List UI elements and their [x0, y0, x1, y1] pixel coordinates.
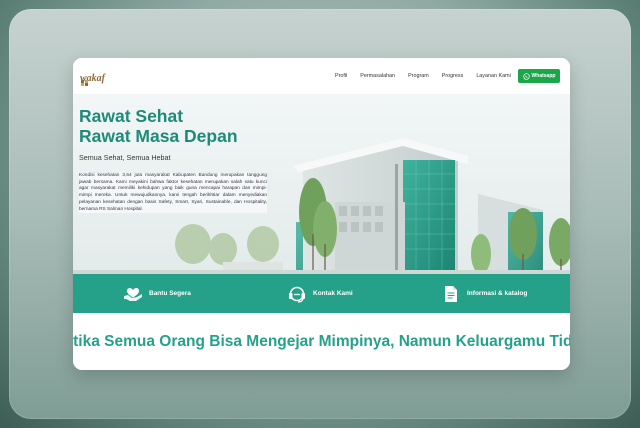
nav-link-layanan-kami[interactable]: Layanan Kami — [476, 73, 510, 79]
bantu-segera-label: Bantu Segera — [149, 290, 191, 297]
informasi-katalog-button[interactable]: Informasi & katalog — [441, 274, 527, 313]
action-bar: Bantu Segera Kontak Kami Informasi & kat… — [73, 274, 570, 313]
logo[interactable]: wakaf — [80, 68, 110, 88]
website-card: wakaf Profil Permasalahan Program Progre… — [73, 58, 570, 370]
nav-link-profil[interactable]: Profil — [335, 73, 347, 79]
kontak-kami-button[interactable]: Kontak Kami — [287, 274, 353, 313]
heart-hands-icon — [124, 287, 142, 301]
nav-link-progress[interactable]: Progress — [442, 73, 464, 79]
hero-paragraph: Kondisi kesehatan 3,64 juta masyarakat K… — [79, 173, 267, 214]
nav-links: Profil Permasalahan Program Progress Lay… — [335, 73, 524, 79]
nav-link-permasalahan[interactable]: Permasalahan — [360, 73, 395, 79]
whatsapp-label: Whatsapp — [531, 73, 556, 79]
hero-title-line2: Rawat Masa Depan — [79, 126, 238, 146]
nav-link-program[interactable]: Program — [408, 73, 429, 79]
logo-mark-icon — [81, 80, 88, 86]
bantu-segera-button[interactable]: Bantu Segera — [123, 274, 191, 313]
informasi-katalog-label: Informasi & katalog — [467, 290, 528, 297]
headset-icon — [289, 286, 305, 303]
hero-section: Rawat Sehat Rawat Masa Depan Semua Sehat… — [73, 94, 570, 274]
hero-subtitle: Semua Sehat, Semua Hebat — [79, 153, 171, 162]
hero-title-line1: Rawat Sehat — [79, 106, 184, 126]
hero-title: Rawat Sehat Rawat Masa Depan — [79, 106, 238, 146]
whatsapp-button[interactable]: Whatsapp — [518, 69, 560, 83]
kontak-kami-label: Kontak Kami — [313, 290, 353, 297]
document-icon — [445, 285, 457, 302]
whatsapp-icon — [522, 72, 530, 80]
navbar: wakaf Profil Permasalahan Program Progre… — [73, 58, 570, 94]
tagline-section: Ketika Semua Orang Bisa Mengejar Mimpiny… — [73, 313, 570, 370]
tagline: Ketika Semua Orang Bisa Mengejar Mimpiny… — [73, 332, 570, 350]
